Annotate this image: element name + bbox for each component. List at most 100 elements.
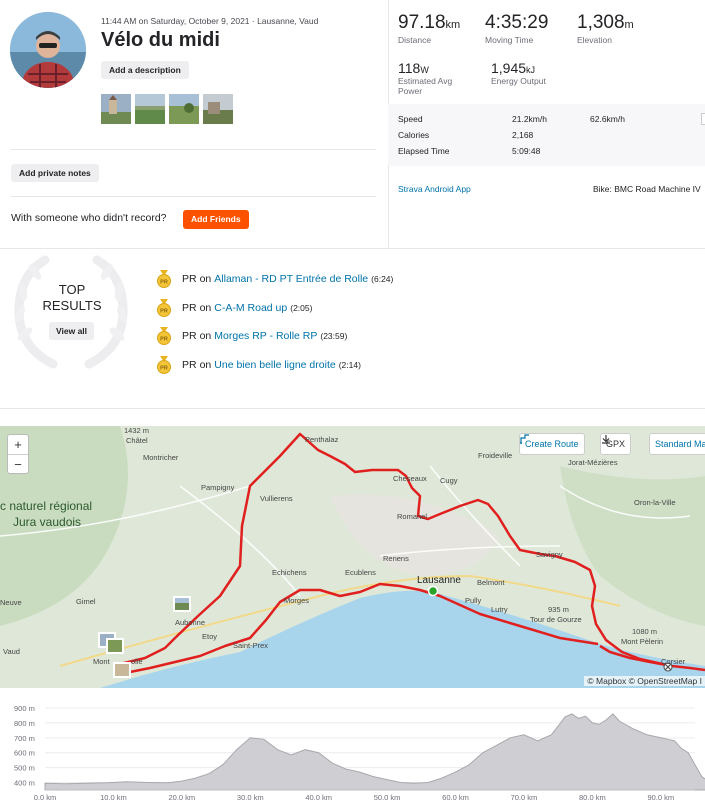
segment-link[interactable]: Allaman - RD PT Entrée de Rolle — [214, 273, 368, 285]
pr-medal-icon: PR — [157, 270, 171, 288]
x-tick-label: 70.0 km — [511, 793, 538, 802]
stat-label: Moving Time — [485, 35, 534, 45]
map-label: 1432 m — [124, 426, 150, 435]
route-icon — [520, 434, 529, 444]
add-description-button[interactable]: Add a description — [101, 61, 189, 79]
map-label: Lausanne — [417, 575, 461, 586]
pr-on-label: on — [199, 330, 212, 342]
more-stats-value: 2,168 — [512, 130, 534, 140]
gpx-download-button[interactable]: GPX — [600, 433, 632, 455]
more-stats-label: Calories — [398, 130, 430, 140]
pr-on-label: on — [199, 302, 212, 314]
view-all-button[interactable]: View all — [49, 322, 95, 340]
photo-thumbnail[interactable] — [135, 94, 165, 124]
map-photo-marker — [173, 596, 191, 612]
map-label: Cugy — [440, 476, 458, 485]
device-link[interactable]: Strava Android App — [398, 184, 471, 194]
divider — [11, 149, 376, 150]
pr-time: (23:59) — [320, 331, 348, 341]
y-tick-label: 900 m — [14, 704, 35, 713]
activity-meta: 11:44 AM on Saturday, October 9, 2021 · … — [101, 16, 319, 26]
y-tick-label: 500 m — [14, 764, 35, 773]
pr-item: PR PR on Une bien belle ligne droite (2:… — [157, 355, 361, 375]
map-label: Froideville — [478, 451, 513, 460]
zoom-out-button[interactable]: − — [8, 454, 28, 473]
stat-unit: km — [445, 19, 461, 31]
photo-thumbnail[interactable] — [169, 94, 199, 124]
map-label: Saint-Prex — [233, 641, 269, 650]
map-label: Mont Pèlerin — [621, 637, 664, 646]
map-label: c naturel régional — [0, 499, 93, 513]
map-attribution[interactable]: © Mapbox © OpenStreetMap I — [584, 676, 705, 686]
x-tick-label: 60.0 km — [442, 793, 469, 802]
map-label: Corsier — [661, 657, 686, 666]
photo-thumbnail[interactable] — [101, 94, 131, 124]
map-label: Belmont — [477, 578, 505, 587]
zoom-in-button[interactable]: + — [8, 435, 28, 454]
x-tick-label: 50.0 km — [374, 793, 401, 802]
with-someone-text: With someone who didn't record? — [11, 212, 167, 224]
divider — [11, 196, 376, 197]
top-results-title-line: TOP — [58, 282, 86, 297]
pr-on-label: on — [199, 273, 212, 285]
map-style-select[interactable]: Standard Ma — [649, 433, 705, 455]
map-label: Penthalaz — [305, 435, 339, 444]
more-stats-label: Speed — [398, 114, 423, 124]
map-label: Echichens — [272, 568, 307, 577]
map-label: Jorat-Mézières — [568, 458, 618, 467]
more-stats-value: 21.2km/h — [512, 114, 547, 124]
more-stats-value: 62.6km/h — [590, 114, 625, 124]
stat-value: 1,308 — [577, 12, 625, 33]
photo-thumbnail[interactable] — [203, 94, 233, 124]
map-label: Jura vaudois — [13, 515, 82, 529]
route-map[interactable]: 1432 m Châtel Montricher Pampigny Vullie… — [0, 426, 705, 688]
x-tick-label: 0.0 km — [34, 793, 57, 802]
map-label: Cheseaux — [393, 474, 427, 483]
map-label: Renens — [383, 554, 409, 563]
map-label: Montricher — [143, 453, 179, 462]
avatar[interactable] — [10, 12, 86, 88]
zoom-control: + − — [7, 434, 29, 474]
create-route-button[interactable]: Create Route — [519, 433, 585, 455]
x-tick-label: 40.0 km — [305, 793, 332, 802]
map-label: Ecublens — [345, 568, 376, 577]
stat-power: 118W Estimated Avg Power — [398, 60, 468, 96]
segment-link[interactable]: C-A-M Road up — [214, 302, 287, 314]
x-tick-label: 10.0 km — [100, 793, 127, 802]
segment-link[interactable]: Morges RP - Rolle RP — [214, 330, 317, 342]
map-label: Savigny — [536, 550, 563, 559]
pr-medal-icon: PR — [157, 356, 171, 374]
map-style-label: Standard Ma — [655, 439, 705, 449]
stat-label: Distance — [398, 35, 432, 45]
pr-on-label: on — [199, 359, 212, 371]
y-tick-label: 400 m — [14, 779, 35, 788]
x-tick-label: 90.0 km — [647, 793, 674, 802]
activity-title[interactable]: Vélo du midi — [101, 29, 220, 52]
download-icon — [602, 435, 610, 444]
y-tick-label: 600 m — [14, 749, 35, 758]
map-label: Pully — [465, 596, 482, 605]
map-label: Mont — [93, 657, 110, 666]
pr-item: PR PR on C-A-M Road up (2:05) — [157, 298, 312, 318]
map-label: Aubonne — [175, 618, 206, 627]
stat-moving-time: 4:35:29 Moving Time — [485, 12, 548, 45]
elevation-chart[interactable]: 900 m 800 m 700 m 600 m 500 m 400 m 0.0 km 10.0… — [0, 700, 705, 806]
map-label: Tour de Gourze — [530, 615, 582, 624]
add-friends-button[interactable]: Add Friends — [183, 210, 249, 229]
pr-label: PR — [182, 330, 197, 342]
stat-value: 118 — [398, 60, 421, 76]
expand-toggle[interactable] — [701, 113, 705, 125]
stat-value: 4:35:29 — [485, 12, 549, 33]
divider — [0, 248, 705, 249]
map-label: Châtel — [126, 436, 148, 445]
add-private-notes-button[interactable]: Add private notes — [11, 164, 99, 182]
map-label: Romanel — [397, 512, 428, 521]
map-label: Lutry — [491, 605, 508, 614]
map-label: Vaud — [3, 647, 20, 656]
svg-text:PR: PR — [160, 366, 168, 372]
segment-link[interactable]: Une bien belle ligne droite — [214, 359, 335, 371]
elevation-profile-area — [44, 713, 705, 791]
map-label: 935 m — [548, 605, 569, 614]
map-label: 1080 m — [632, 627, 658, 636]
photo-strip — [101, 94, 233, 124]
